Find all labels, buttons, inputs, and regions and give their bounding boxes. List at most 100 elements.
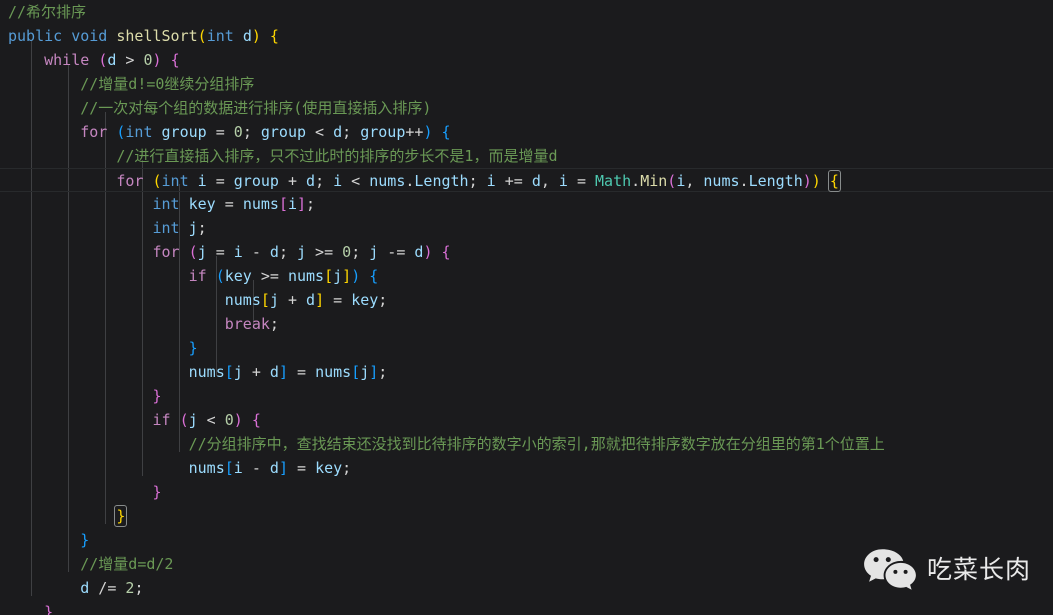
code-line[interactable]: //一次对每个组的数据进行排序(使用直接插入排序) bbox=[0, 96, 1053, 120]
token-control: for bbox=[152, 243, 180, 261]
code-line[interactable]: } bbox=[0, 384, 1053, 408]
token-bracket: } bbox=[80, 531, 90, 549]
token-operator: >= bbox=[306, 243, 343, 261]
code-line[interactable]: nums[j + d] = key; bbox=[0, 288, 1053, 312]
code-line[interactable]: public void shellSort(int d) { bbox=[0, 24, 1053, 48]
token-variable: i bbox=[676, 172, 686, 190]
code-line[interactable]: //希尔排序 bbox=[0, 0, 1053, 24]
code-line[interactable]: for (int group = 0; group < d; group++) … bbox=[0, 120, 1053, 144]
token-variable: i bbox=[333, 172, 343, 190]
code-screenshot: //希尔排序 public void shellSort(int d) { wh… bbox=[0, 0, 1053, 615]
token-keyword: int bbox=[161, 172, 189, 190]
code-line[interactable]: int j; bbox=[0, 216, 1053, 240]
token-bracket: { bbox=[441, 243, 451, 261]
token-bracket: ( bbox=[197, 27, 207, 45]
token-bracket: } bbox=[152, 387, 162, 405]
code-line[interactable]: //增量d!=0继续分组排序 bbox=[0, 72, 1053, 96]
token-control: if bbox=[152, 411, 171, 429]
code-line[interactable]: } bbox=[0, 600, 1053, 615]
token-operator: + bbox=[242, 363, 270, 381]
code-line[interactable]: while (d > 0) { bbox=[0, 48, 1053, 72]
token-control: for bbox=[116, 172, 144, 190]
code-line[interactable]: if (key >= nums[j]) { bbox=[0, 264, 1053, 288]
token-bracket: { bbox=[251, 411, 261, 429]
token-variable: j bbox=[333, 267, 343, 285]
token-variable: nums bbox=[242, 195, 279, 213]
wechat-icon bbox=[863, 547, 917, 591]
token-bracket: [ bbox=[224, 459, 234, 477]
token-property: Length bbox=[414, 172, 469, 190]
token-variable: j bbox=[297, 243, 307, 261]
token-operator: ; bbox=[315, 172, 334, 190]
code-line[interactable]: break; bbox=[0, 312, 1053, 336]
code-line[interactable]: int key = nums[i]; bbox=[0, 192, 1053, 216]
token-variable: key bbox=[351, 291, 379, 309]
token-variable: j bbox=[369, 243, 379, 261]
token-operator: = bbox=[206, 243, 234, 261]
token-variable: nums bbox=[315, 363, 352, 381]
token-variable: i bbox=[287, 195, 297, 213]
token-bracket: ( bbox=[188, 243, 198, 261]
token-variable: i bbox=[233, 243, 243, 261]
token-operator: ; bbox=[278, 243, 297, 261]
token-operator: < bbox=[342, 172, 370, 190]
token-operator: >= bbox=[251, 267, 288, 285]
token-variable: nums bbox=[224, 291, 261, 309]
token-variable: j bbox=[188, 411, 198, 429]
token-variable: i bbox=[197, 172, 207, 190]
token-variable: group bbox=[161, 123, 207, 141]
bracket-match-close: } bbox=[114, 505, 128, 527]
token-variable: group bbox=[360, 123, 406, 141]
token-variable: d bbox=[269, 363, 279, 381]
code-line[interactable]: } bbox=[0, 504, 1053, 528]
token-variable: d bbox=[80, 579, 90, 597]
token-bracket: ] bbox=[369, 363, 379, 381]
token-operator: . bbox=[631, 172, 641, 190]
code-line[interactable]: } bbox=[0, 480, 1053, 504]
token-operator: ; bbox=[134, 579, 144, 597]
token-number: 0 bbox=[342, 243, 352, 261]
token-variable: group bbox=[260, 123, 307, 141]
code-line[interactable]: if (j < 0) { bbox=[0, 408, 1053, 432]
token-control: break bbox=[224, 315, 270, 333]
token-operator: = bbox=[206, 172, 234, 190]
watermark: 吃菜长肉 bbox=[863, 547, 1031, 591]
code-line[interactable]: } bbox=[0, 336, 1053, 360]
token-variable: group bbox=[233, 172, 279, 190]
token-operator: = bbox=[567, 172, 596, 190]
token-control: if bbox=[188, 267, 207, 285]
token-operator: - bbox=[242, 243, 270, 261]
token-variable: d bbox=[531, 172, 541, 190]
token-function: shellSort bbox=[116, 27, 198, 45]
code-line[interactable]: //进行直接插入排序，只不过此时的排序的步长不是1，而是增量d bbox=[0, 144, 1053, 168]
token-control: while bbox=[44, 51, 90, 69]
code-line[interactable]: for (j = i - d; j >= 0; j -= d) { bbox=[0, 240, 1053, 264]
token-operator: ; bbox=[351, 243, 370, 261]
token-variable: d bbox=[269, 243, 279, 261]
code-editor[interactable]: //希尔排序 public void shellSort(int d) { wh… bbox=[0, 0, 1053, 615]
token-operator: = bbox=[287, 363, 316, 381]
code-line[interactable]: //分组排序中，查找结束还没找到比待排序的数字小的索引,那就把待排序数字放在分组… bbox=[0, 432, 1053, 456]
token-bracket: [ bbox=[260, 291, 270, 309]
token-bracket: ( bbox=[215, 267, 225, 285]
token-operator: ; bbox=[242, 123, 261, 141]
token-operator: - bbox=[242, 459, 270, 477]
code-line[interactable]: nums[j + d] = nums[j]; bbox=[0, 360, 1053, 384]
code-line-current[interactable]: for (int i = group + d; i < nums.Length;… bbox=[0, 168, 1053, 192]
code-line[interactable]: nums[i - d] = key; bbox=[0, 456, 1053, 480]
